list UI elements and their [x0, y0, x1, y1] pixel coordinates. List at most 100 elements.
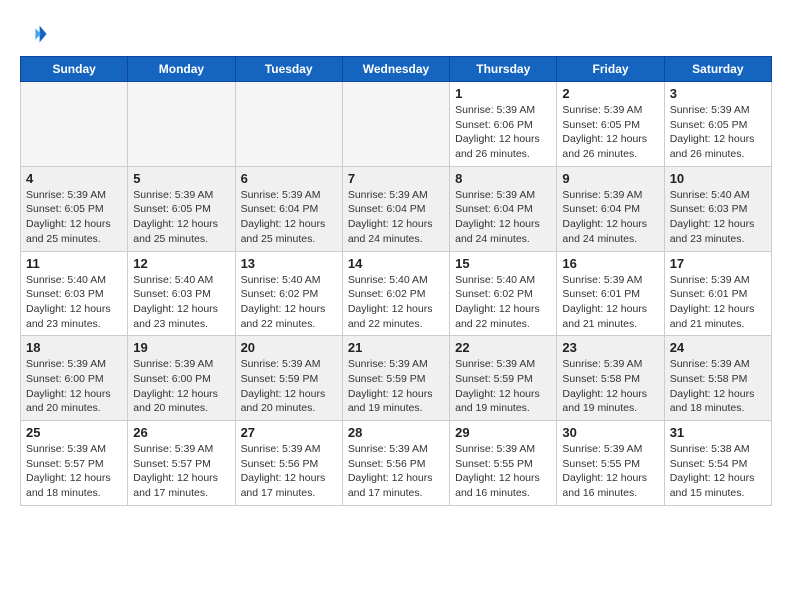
- cell-content: Sunrise: 5:39 AM Sunset: 6:05 PM Dayligh…: [133, 188, 229, 247]
- calendar-cell: [235, 82, 342, 167]
- calendar-row-1: 4 Sunrise: 5:39 AM Sunset: 6:05 PM Daylig…: [21, 166, 772, 251]
- cell-content: Sunrise: 5:40 AM Sunset: 6:03 PM Dayligh…: [26, 273, 122, 332]
- cell-content: Sunrise: 5:40 AM Sunset: 6:02 PM Dayligh…: [241, 273, 337, 332]
- calendar-cell: 9 Sunrise: 5:39 AM Sunset: 6:04 PM Daylig…: [557, 166, 664, 251]
- cell-content: Sunrise: 5:39 AM Sunset: 5:58 PM Dayligh…: [670, 357, 766, 416]
- day-number: 8: [455, 171, 551, 186]
- weekday-header-sunday: Sunday: [21, 57, 128, 82]
- day-number: 14: [348, 256, 444, 271]
- cell-content: Sunrise: 5:39 AM Sunset: 6:04 PM Dayligh…: [562, 188, 658, 247]
- cell-content: Sunrise: 5:39 AM Sunset: 5:56 PM Dayligh…: [348, 442, 444, 501]
- day-number: 12: [133, 256, 229, 271]
- weekday-header-thursday: Thursday: [450, 57, 557, 82]
- calendar-cell: 13 Sunrise: 5:40 AM Sunset: 6:02 PM Dayli…: [235, 251, 342, 336]
- cell-content: Sunrise: 5:39 AM Sunset: 5:55 PM Dayligh…: [455, 442, 551, 501]
- day-number: 25: [26, 425, 122, 440]
- cell-content: Sunrise: 5:39 AM Sunset: 5:59 PM Dayligh…: [348, 357, 444, 416]
- cell-content: Sunrise: 5:39 AM Sunset: 6:04 PM Dayligh…: [241, 188, 337, 247]
- calendar-cell: 11Sunrise: 5:40 AM Sunset: 6:03 PM Dayli…: [21, 251, 128, 336]
- cell-content: Sunrise: 5:39 AM Sunset: 5:57 PM Dayligh…: [133, 442, 229, 501]
- calendar-cell: 24 Sunrise: 5:39 AM Sunset: 5:58 PM Dayli…: [664, 336, 771, 421]
- calendar-cell: 8 Sunrise: 5:39 AM Sunset: 6:04 PM Daylig…: [450, 166, 557, 251]
- cell-content: Sunrise: 5:39 AM Sunset: 6:05 PM Dayligh…: [670, 103, 766, 162]
- cell-content: Sunrise: 5:40 AM Sunset: 6:03 PM Dayligh…: [670, 188, 766, 247]
- cell-content: Sunrise: 5:39 AM Sunset: 6:01 PM Dayligh…: [562, 273, 658, 332]
- calendar-cell: 5 Sunrise: 5:39 AM Sunset: 6:05 PM Daylig…: [128, 166, 235, 251]
- weekday-header-friday: Friday: [557, 57, 664, 82]
- calendar-cell: 25 Sunrise: 5:39 AM Sunset: 5:57 PM Dayli…: [21, 421, 128, 506]
- cell-content: Sunrise: 5:39 AM Sunset: 5:59 PM Dayligh…: [455, 357, 551, 416]
- cell-content: Sunrise: 5:39 AM Sunset: 6:04 PM Dayligh…: [455, 188, 551, 247]
- calendar-cell: 28Sunrise: 5:39 AM Sunset: 5:56 PM Dayli…: [342, 421, 449, 506]
- calendar-cell: 7 Sunrise: 5:39 AM Sunset: 6:04 PM Daylig…: [342, 166, 449, 251]
- day-number: 15: [455, 256, 551, 271]
- day-number: 21: [348, 340, 444, 355]
- calendar-cell: 1 Sunrise: 5:39 AM Sunset: 6:06 PM Daylig…: [450, 82, 557, 167]
- day-number: 10: [670, 171, 766, 186]
- cell-content: Sunrise: 5:39 AM Sunset: 5:59 PM Dayligh…: [241, 357, 337, 416]
- calendar-cell: [342, 82, 449, 167]
- cell-content: Sunrise: 5:39 AM Sunset: 6:04 PM Dayligh…: [348, 188, 444, 247]
- logo: [20, 20, 52, 48]
- calendar-cell: 14Sunrise: 5:40 AM Sunset: 6:02 PM Dayli…: [342, 251, 449, 336]
- day-number: 23: [562, 340, 658, 355]
- calendar-table: SundayMondayTuesdayWednesdayThursdayFrid…: [20, 56, 772, 506]
- day-number: 6: [241, 171, 337, 186]
- day-number: 22: [455, 340, 551, 355]
- cell-content: Sunrise: 5:40 AM Sunset: 6:02 PM Dayligh…: [455, 273, 551, 332]
- calendar-cell: 18 Sunrise: 5:39 AM Sunset: 6:00 PM Dayli…: [21, 336, 128, 421]
- calendar-cell: [128, 82, 235, 167]
- calendar-cell: 26 Sunrise: 5:39 AM Sunset: 5:57 PM Dayli…: [128, 421, 235, 506]
- day-number: 1: [455, 86, 551, 101]
- cell-content: Sunrise: 5:39 AM Sunset: 6:01 PM Dayligh…: [670, 273, 766, 332]
- cell-content: Sunrise: 5:39 AM Sunset: 6:00 PM Dayligh…: [133, 357, 229, 416]
- calendar-cell: 6 Sunrise: 5:39 AM Sunset: 6:04 PM Daylig…: [235, 166, 342, 251]
- cell-content: Sunrise: 5:39 AM Sunset: 6:05 PM Dayligh…: [26, 188, 122, 247]
- day-number: 4: [26, 171, 122, 186]
- calendar-row-0: 1 Sunrise: 5:39 AM Sunset: 6:06 PM Daylig…: [21, 82, 772, 167]
- weekday-header-row: SundayMondayTuesdayWednesdayThursdayFrid…: [21, 57, 772, 82]
- day-number: 31: [670, 425, 766, 440]
- cell-content: Sunrise: 5:40 AM Sunset: 6:03 PM Dayligh…: [133, 273, 229, 332]
- calendar-cell: [21, 82, 128, 167]
- calendar-cell: 15 Sunrise: 5:40 AM Sunset: 6:02 PM Dayli…: [450, 251, 557, 336]
- weekday-header-monday: Monday: [128, 57, 235, 82]
- cell-content: Sunrise: 5:39 AM Sunset: 6:00 PM Dayligh…: [26, 357, 122, 416]
- day-number: 18: [26, 340, 122, 355]
- day-number: 17: [670, 256, 766, 271]
- day-number: 30: [562, 425, 658, 440]
- cell-content: Sunrise: 5:39 AM Sunset: 6:06 PM Dayligh…: [455, 103, 551, 162]
- day-number: 20: [241, 340, 337, 355]
- day-number: 13: [241, 256, 337, 271]
- cell-content: Sunrise: 5:39 AM Sunset: 5:57 PM Dayligh…: [26, 442, 122, 501]
- day-number: 16: [562, 256, 658, 271]
- cell-content: Sunrise: 5:38 AM Sunset: 5:54 PM Dayligh…: [670, 442, 766, 501]
- weekday-header-saturday: Saturday: [664, 57, 771, 82]
- calendar-cell: 16 Sunrise: 5:39 AM Sunset: 6:01 PM Dayli…: [557, 251, 664, 336]
- calendar-cell: 12 Sunrise: 5:40 AM Sunset: 6:03 PM Dayli…: [128, 251, 235, 336]
- calendar-cell: 22 Sunrise: 5:39 AM Sunset: 5:59 PM Dayli…: [450, 336, 557, 421]
- calendar-cell: 3Sunrise: 5:39 AM Sunset: 6:05 PM Daylig…: [664, 82, 771, 167]
- cell-content: Sunrise: 5:39 AM Sunset: 6:05 PM Dayligh…: [562, 103, 658, 162]
- calendar-cell: 19 Sunrise: 5:39 AM Sunset: 6:00 PM Dayli…: [128, 336, 235, 421]
- calendar-cell: 29 Sunrise: 5:39 AM Sunset: 5:55 PM Dayli…: [450, 421, 557, 506]
- calendar-cell: 23 Sunrise: 5:39 AM Sunset: 5:58 PM Dayli…: [557, 336, 664, 421]
- day-number: 9: [562, 171, 658, 186]
- cell-content: Sunrise: 5:39 AM Sunset: 5:58 PM Dayligh…: [562, 357, 658, 416]
- day-number: 24: [670, 340, 766, 355]
- day-number: 7: [348, 171, 444, 186]
- day-number: 26: [133, 425, 229, 440]
- calendar-cell: 20 Sunrise: 5:39 AM Sunset: 5:59 PM Dayli…: [235, 336, 342, 421]
- day-number: 2: [562, 86, 658, 101]
- page-header: [20, 20, 772, 48]
- calendar-row-4: 25 Sunrise: 5:39 AM Sunset: 5:57 PM Dayli…: [21, 421, 772, 506]
- day-number: 19: [133, 340, 229, 355]
- calendar-cell: 31 Sunrise: 5:38 AM Sunset: 5:54 PM Dayli…: [664, 421, 771, 506]
- calendar-cell: 17 Sunrise: 5:39 AM Sunset: 6:01 PM Dayli…: [664, 251, 771, 336]
- day-number: 5: [133, 171, 229, 186]
- calendar-cell: 2 Sunrise: 5:39 AM Sunset: 6:05 PM Daylig…: [557, 82, 664, 167]
- day-number: 29: [455, 425, 551, 440]
- day-number: 27: [241, 425, 337, 440]
- calendar-row-2: 11Sunrise: 5:40 AM Sunset: 6:03 PM Dayli…: [21, 251, 772, 336]
- calendar-cell: 10 Sunrise: 5:40 AM Sunset: 6:03 PM Dayli…: [664, 166, 771, 251]
